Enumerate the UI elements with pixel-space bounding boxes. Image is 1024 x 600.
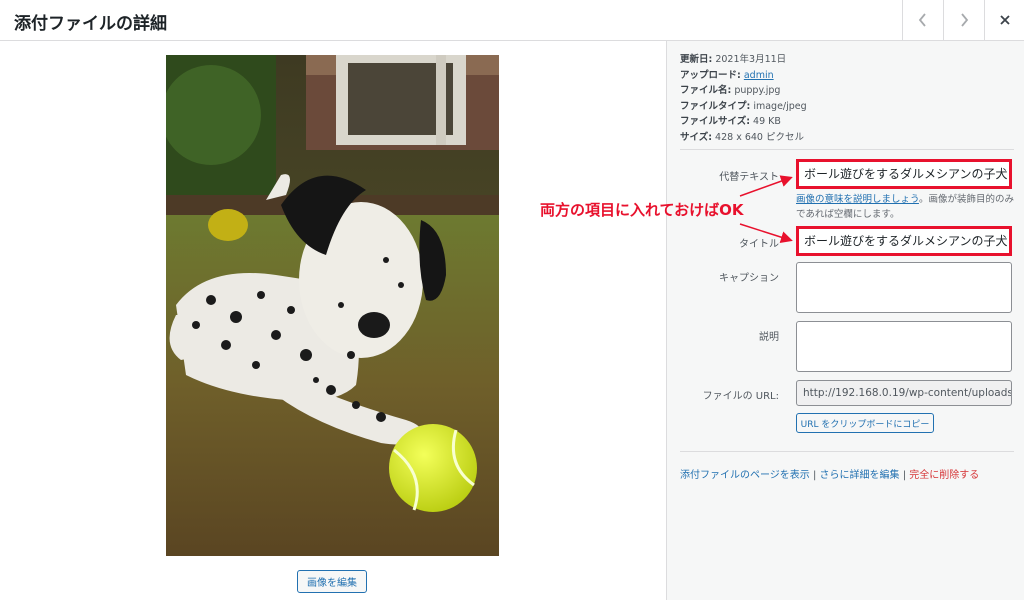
divider [680, 149, 1014, 150]
title-label: タイトル [739, 239, 779, 250]
attachment-actions: 添付ファイルのページを表示 | さらに詳細を編集 | 完全に削除する [680, 466, 979, 481]
image-preview-pane: 画像を編集 [0, 41, 666, 600]
alt-text-label: 代替テキスト [719, 172, 779, 183]
delete-permanently-link[interactable]: 完全に削除する [909, 470, 979, 481]
meta-dimensions: サイズ: 428 x 640 ピクセル [680, 131, 804, 143]
view-attachment-page-link[interactable]: 添付ファイルのページを表示 [680, 470, 810, 481]
caption-label: キャプション [719, 273, 779, 284]
close-icon [999, 15, 1010, 25]
alt-text-input[interactable]: ボール遊びをするダルメシアンの子犬 [796, 159, 1012, 189]
title-input[interactable]: ボール遊びをするダルメシアンの子犬 [796, 226, 1012, 256]
edit-more-details-link[interactable]: さらに詳細を編集 [820, 470, 900, 481]
close-button[interactable] [984, 0, 1024, 40]
divider [680, 451, 1014, 452]
copy-url-button[interactable]: URL をクリップボードにコピー [796, 413, 934, 433]
attachment-details-pane: 更新日: 2021年3月11日 アップロード: admin ファイル名: pup… [666, 41, 1024, 600]
action-separator: | [899, 470, 910, 481]
attachment-image [166, 55, 499, 556]
file-metadata: 更新日: 2021年3月11日 アップロード: admin ファイル名: pup… [680, 52, 807, 145]
meta-uploaded: アップロード: admin [680, 69, 774, 81]
chevron-right-icon [961, 13, 969, 27]
action-separator: | [809, 470, 820, 481]
meta-filesize: ファイルサイズ: 49 KB [680, 116, 781, 127]
edit-image-button[interactable]: 画像を編集 [297, 570, 367, 593]
modal-header: 添付ファイルの詳細 [0, 0, 1024, 41]
file-url-label: ファイルの URL: [702, 391, 779, 402]
meta-filetype: ファイルタイプ: image/jpeg [680, 100, 807, 112]
previous-button[interactable] [902, 0, 943, 40]
modal-title: 添付ファイルの詳細 [14, 14, 167, 34]
caption-textarea[interactable] [796, 262, 1012, 313]
meta-updated: 更新日: 2021年3月11日 [680, 54, 787, 65]
chevron-left-icon [918, 13, 926, 27]
next-button[interactable] [943, 0, 984, 40]
file-url-input[interactable]: http://192.168.0.19/wp-content/uploads/ [796, 380, 1012, 406]
alt-text-help-link[interactable]: 画像の意味を説明しましょう [796, 194, 919, 205]
meta-filename: ファイル名: puppy.jpg [680, 85, 781, 96]
uploader-link[interactable]: admin [744, 70, 774, 81]
alt-text-help: 画像の意味を説明しましょう。画像が装飾目的のみであれば空欄にします。 [796, 194, 1014, 220]
annotation-callout: 両方の項目に入れておけばOK [540, 201, 744, 219]
description-textarea[interactable] [796, 321, 1012, 372]
description-label: 説明 [759, 332, 779, 343]
